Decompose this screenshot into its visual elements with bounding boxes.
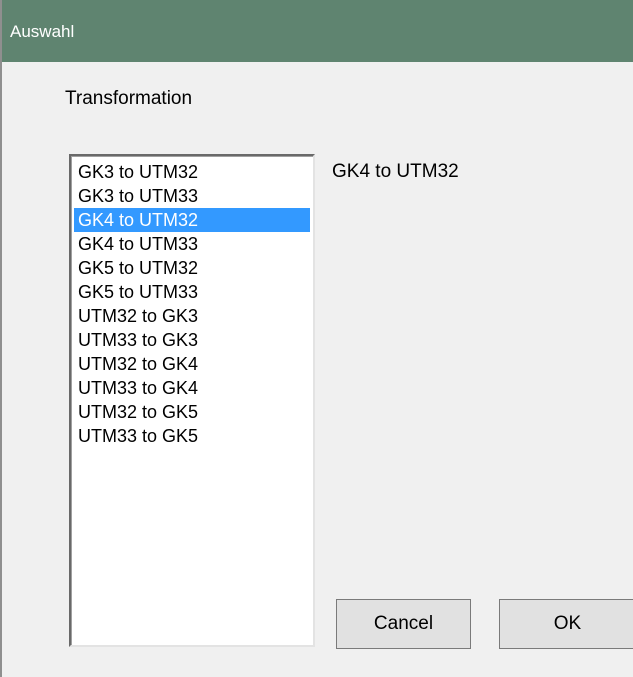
list-item[interactable]: GK5 to UTM32 bbox=[74, 256, 310, 280]
list-item[interactable]: GK4 to UTM33 bbox=[74, 232, 310, 256]
transformation-list: GK3 to UTM32 GK3 to UTM33 GK4 to UTM32 GK4 … bbox=[71, 156, 313, 448]
window-title: Auswahl bbox=[10, 22, 75, 41]
dialog-window: Auswahl Transformation GK3 to UTM32 GK3 t… bbox=[0, 0, 633, 677]
cancel-button[interactable]: Cancel bbox=[336, 599, 471, 649]
list-item[interactable]: UTM32 to GK3 bbox=[74, 304, 310, 328]
transformation-label: Transformation bbox=[65, 88, 193, 109]
list-item[interactable]: GK3 to UTM33 bbox=[74, 184, 310, 208]
transformation-listbox[interactable]: GK3 to UTM32 GK3 to UTM33 GK4 to UTM32 GK4 … bbox=[69, 154, 315, 647]
selected-transformation-text: GK4 to UTM32 bbox=[332, 161, 459, 182]
list-item[interactable]: UTM33 to GK4 bbox=[74, 376, 310, 400]
list-item[interactable]: UTM32 to GK4 bbox=[74, 352, 310, 376]
list-item[interactable]: GK3 to UTM32 bbox=[74, 160, 310, 184]
list-item[interactable]: GK4 to UTM32 bbox=[74, 208, 310, 232]
title-bar[interactable]: Auswahl bbox=[2, 0, 633, 62]
ok-button[interactable]: OK bbox=[499, 599, 633, 649]
list-item[interactable]: UTM33 to GK3 bbox=[74, 328, 310, 352]
list-item[interactable]: GK5 to UTM33 bbox=[74, 280, 310, 304]
list-item[interactable]: UTM32 to GK5 bbox=[74, 400, 310, 424]
list-item[interactable]: UTM33 to GK5 bbox=[74, 424, 310, 448]
